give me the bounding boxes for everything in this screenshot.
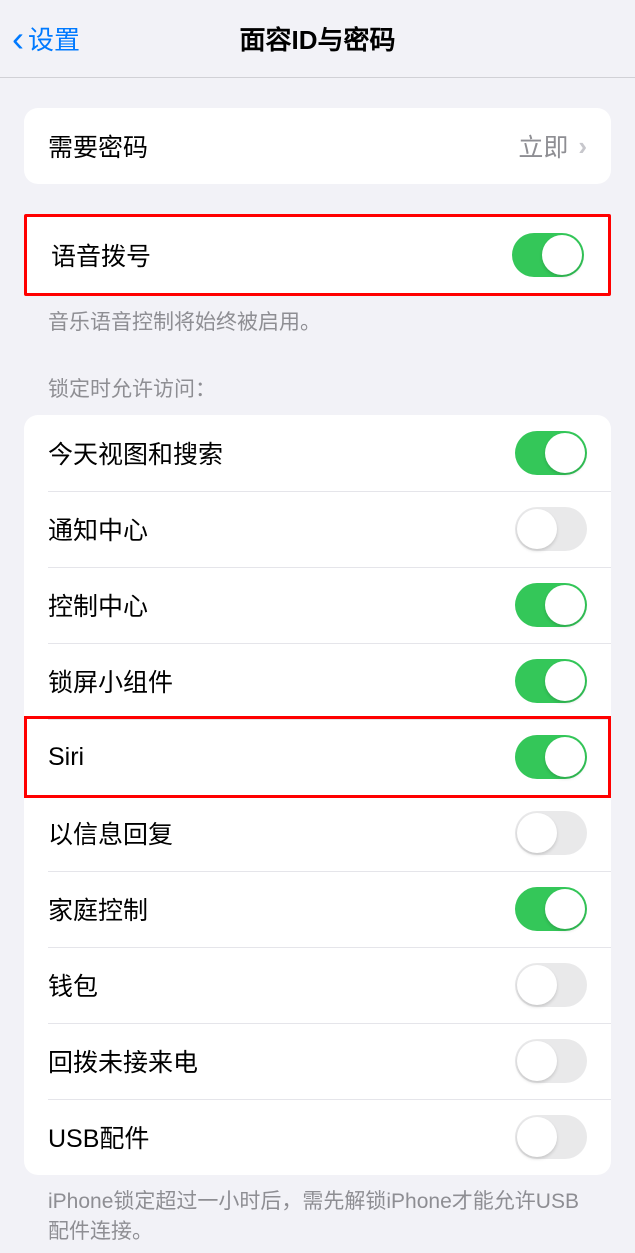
reply-message-label: 以信息回复 [48, 815, 173, 851]
usb-accessories-row[interactable]: USB配件 [24, 1099, 611, 1175]
lock-access-footer: iPhone锁定超过一小时后，需先解锁iPhone才能允许USB配件连接。 [24, 1175, 611, 1246]
siri-row[interactable]: Siri [24, 719, 611, 795]
today-view-row[interactable]: 今天视图和搜索 [24, 415, 611, 491]
voice-dial-toggle[interactable] [512, 233, 584, 277]
voice-dial-footer: 音乐语音控制将始终被启用。 [24, 296, 611, 337]
nav-header: ‹ 设置 面容ID与密码 [0, 0, 635, 78]
chevron-left-icon: ‹ [12, 21, 24, 57]
usb-accessories-label: USB配件 [48, 1119, 149, 1155]
lock-access-group: 今天视图和搜索 通知中心 控制中心 锁屏小组件 Siri 以信息回复 家庭控制 [24, 415, 611, 1175]
back-label: 设置 [28, 20, 80, 57]
lock-screen-widgets-toggle[interactable] [515, 659, 587, 703]
return-missed-calls-row[interactable]: 回拨未接来电 [24, 1023, 611, 1099]
voice-dial-label: 语音拨号 [51, 237, 151, 273]
wallet-row[interactable]: 钱包 [24, 947, 611, 1023]
voice-dial-group: 语音拨号 [27, 217, 608, 293]
voice-dial-highlight: 语音拨号 [24, 214, 611, 296]
require-passcode-group: 需要密码 立即 › [24, 108, 611, 184]
return-missed-calls-label: 回拨未接来电 [48, 1043, 198, 1079]
today-view-toggle[interactable] [515, 431, 587, 475]
page-title: 面容ID与密码 [239, 20, 395, 57]
siri-toggle[interactable] [515, 735, 587, 779]
wallet-label: 钱包 [48, 967, 98, 1003]
today-view-label: 今天视图和搜索 [48, 435, 223, 471]
lock-screen-widgets-label: 锁屏小组件 [48, 663, 173, 699]
notification-center-toggle[interactable] [515, 507, 587, 551]
require-passcode-row[interactable]: 需要密码 立即 › [24, 108, 611, 184]
return-missed-calls-toggle[interactable] [515, 1039, 587, 1083]
lock-screen-widgets-row[interactable]: 锁屏小组件 [24, 643, 611, 719]
notification-center-label: 通知中心 [48, 511, 148, 547]
chevron-right-icon: › [578, 131, 587, 162]
require-passcode-value: 立即 [518, 128, 568, 164]
back-button[interactable]: ‹ 设置 [12, 20, 80, 57]
home-control-toggle[interactable] [515, 887, 587, 931]
control-center-row[interactable]: 控制中心 [24, 567, 611, 643]
notification-center-row[interactable]: 通知中心 [24, 491, 611, 567]
usb-accessories-toggle[interactable] [515, 1115, 587, 1159]
require-passcode-label: 需要密码 [48, 128, 148, 164]
home-control-row[interactable]: 家庭控制 [24, 871, 611, 947]
home-control-label: 家庭控制 [48, 891, 148, 927]
lock-access-header: 锁定时允许访问： [24, 337, 611, 415]
siri-label: Siri [48, 743, 84, 772]
reply-message-toggle[interactable] [515, 811, 587, 855]
control-center-label: 控制中心 [48, 587, 148, 623]
control-center-toggle[interactable] [515, 583, 587, 627]
reply-message-row[interactable]: 以信息回复 [24, 795, 611, 871]
voice-dial-row[interactable]: 语音拨号 [27, 217, 608, 293]
wallet-toggle[interactable] [515, 963, 587, 1007]
